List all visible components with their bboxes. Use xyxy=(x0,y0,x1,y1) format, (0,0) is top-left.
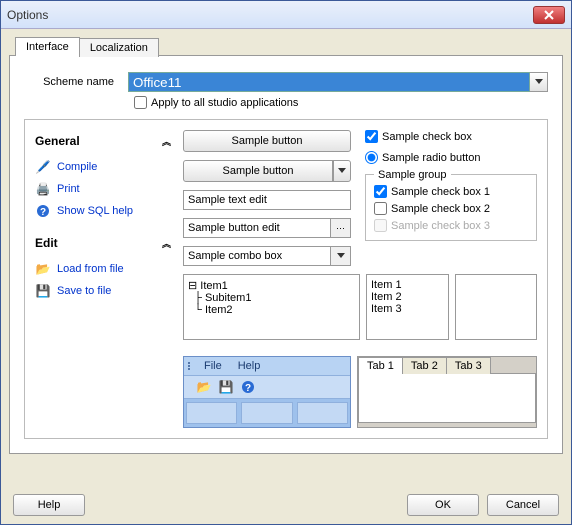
list-item[interactable]: Item 1 xyxy=(371,279,444,291)
sample-checkbox-label: Sample check box xyxy=(382,131,472,143)
tab-localization[interactable]: Localization xyxy=(79,38,159,57)
save-icon: 💾 xyxy=(35,283,51,299)
tree-item[interactable]: ├ Subitem1 xyxy=(188,292,355,304)
group-check-2[interactable] xyxy=(374,202,387,215)
sample-listbox[interactable]: Item 1 Item 2 Item 3 xyxy=(366,274,449,340)
collapse-icon: ︽ xyxy=(162,237,169,250)
folder-open-icon[interactable]: 📂 xyxy=(196,379,212,395)
sample-tab-2[interactable]: Tab 2 xyxy=(402,357,447,374)
toolbar-grip-icon[interactable] xyxy=(188,362,194,370)
svg-text:?: ? xyxy=(245,383,251,394)
scheme-dropdown-button[interactable] xyxy=(530,72,548,92)
sample-groupbox: Sample group Sample check box 1 Sample c… xyxy=(365,174,537,241)
sample-iconbar: 📂 💾 ? xyxy=(184,376,350,399)
sample-text-edit[interactable] xyxy=(183,190,351,210)
sample-tab-control: Tab 1 Tab 2 Tab 3 xyxy=(357,356,537,428)
group-check-3 xyxy=(374,219,387,232)
sample-radio[interactable] xyxy=(365,151,378,164)
main-tabs: Interface Localization xyxy=(15,37,563,56)
toolbar-pane xyxy=(186,402,237,424)
menu-help[interactable]: Help xyxy=(232,359,267,373)
apply-all-checkbox[interactable] xyxy=(134,96,147,109)
sample-empty-panel xyxy=(455,274,538,340)
sidebar-group-edit[interactable]: Edit ︽ xyxy=(35,232,169,254)
groupbox-title: Sample group xyxy=(374,169,451,181)
save-icon[interactable]: 💾 xyxy=(218,379,234,395)
sample-tab-3[interactable]: Tab 3 xyxy=(446,357,491,374)
svg-text:?: ? xyxy=(40,207,46,218)
sample-tab-1[interactable]: Tab 1 xyxy=(358,357,403,374)
titlebar: Options xyxy=(1,1,571,29)
ok-button[interactable]: OK xyxy=(407,494,479,516)
chevron-down-icon xyxy=(535,79,543,85)
compile-icon: 🖊️ xyxy=(35,159,51,175)
sample-tab-body xyxy=(358,373,536,423)
group-check-1[interactable] xyxy=(374,185,387,198)
list-item[interactable]: Item 2 xyxy=(371,291,444,303)
sidebar-item-sqlhelp[interactable]: ? Show SQL help xyxy=(35,200,169,222)
sidebar-item-load[interactable]: 📂 Load from file xyxy=(35,258,169,280)
chevron-down-icon xyxy=(338,168,346,174)
sidebar: General ︽ 🖊️ Compile 🖨️ Print xyxy=(35,130,169,428)
help-icon: ? xyxy=(35,203,51,219)
scheme-name-label: Scheme name xyxy=(24,76,120,88)
menu-file[interactable]: File xyxy=(198,359,228,373)
folder-open-icon: 📂 xyxy=(35,261,51,277)
options-dialog: Options Interface Localization Scheme na… xyxy=(0,0,572,525)
list-item[interactable]: Item 3 xyxy=(371,303,444,315)
toolbar-pane xyxy=(241,402,292,424)
tree-item[interactable]: └ Item2 xyxy=(188,304,355,316)
sample-combo-box[interactable] xyxy=(183,246,331,266)
dialog-footer: Help OK Cancel xyxy=(13,494,559,516)
sidebar-item-save[interactable]: 💾 Save to file xyxy=(35,280,169,302)
sample-button-edit-button[interactable]: ⋯ xyxy=(331,218,351,238)
cancel-button[interactable]: Cancel xyxy=(487,494,559,516)
apply-all-label: Apply to all studio applications xyxy=(151,97,298,109)
close-icon xyxy=(544,10,554,20)
sidebar-item-compile[interactable]: 🖊️ Compile xyxy=(35,156,169,178)
collapse-icon: ︽ xyxy=(162,135,169,148)
scheme-select xyxy=(128,72,548,92)
tab-interface[interactable]: Interface xyxy=(15,37,80,56)
help-button[interactable]: Help xyxy=(13,494,85,516)
sample-button-edit[interactable] xyxy=(183,218,331,238)
sample-tree[interactable]: ⊟ Item1 ├ Subitem1 └ Item2 xyxy=(183,274,360,340)
sample-split-button[interactable]: Sample button xyxy=(183,160,333,182)
sidebar-group-general[interactable]: General ︽ xyxy=(35,130,169,152)
close-button[interactable] xyxy=(533,6,565,24)
preview-panel: General ︽ 🖊️ Compile 🖨️ Print xyxy=(24,119,548,439)
sample-toolbar: File Help 📂 💾 ? xyxy=(183,356,351,428)
sample-checkbox[interactable] xyxy=(365,130,378,143)
sample-menubar: File Help xyxy=(184,357,350,376)
chevron-down-icon xyxy=(337,253,345,259)
tab-panel: Scheme name Apply to all studio applicat… xyxy=(9,55,563,454)
window-title: Options xyxy=(7,8,48,22)
scheme-input[interactable] xyxy=(128,72,530,92)
sample-combo-dropdown[interactable] xyxy=(331,246,351,266)
tree-item[interactable]: ⊟ Item1 xyxy=(188,279,355,292)
sidebar-item-print[interactable]: 🖨️ Print xyxy=(35,178,169,200)
sample-button-1[interactable]: Sample button xyxy=(183,130,351,152)
toolbar-pane xyxy=(297,402,348,424)
help-icon[interactable]: ? xyxy=(240,379,256,395)
print-icon: 🖨️ xyxy=(35,181,51,197)
sample-radio-label: Sample radio button xyxy=(382,152,480,164)
sample-split-dropdown[interactable] xyxy=(333,160,351,182)
